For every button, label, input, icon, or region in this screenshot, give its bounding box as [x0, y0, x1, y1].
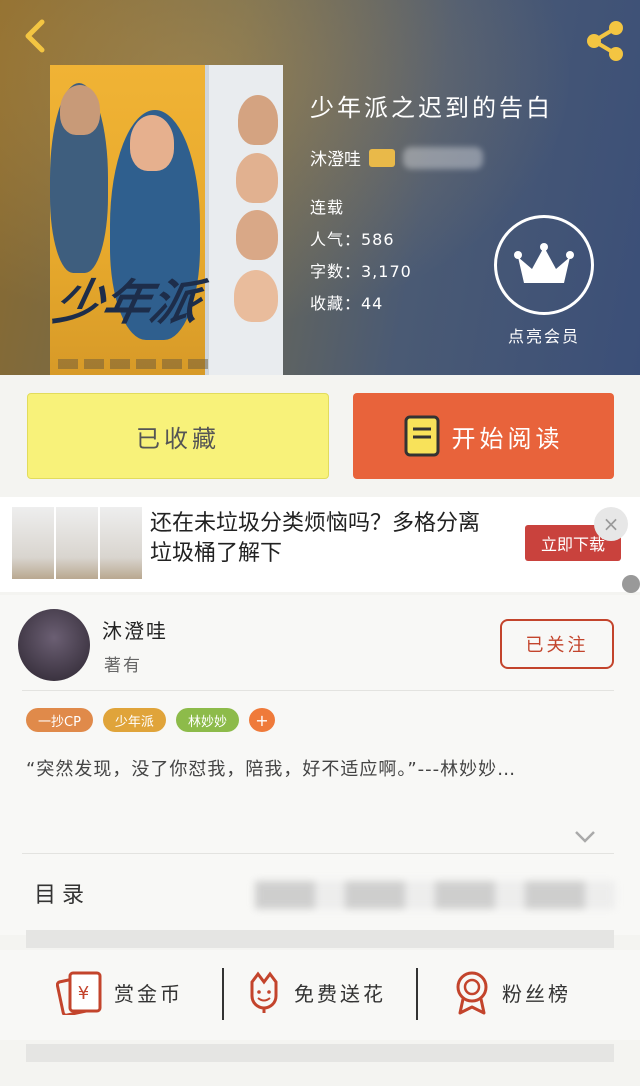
blurred-region [403, 146, 483, 169]
divider [22, 853, 614, 854]
book-cover[interactable]: 少年派 [50, 65, 283, 375]
follow-label: 已关注 [525, 635, 589, 656]
placeholder-strip [26, 1044, 614, 1062]
ad-info-icon[interactable] [622, 575, 640, 593]
fan-ranking-button[interactable]: 粉丝榜 [452, 962, 571, 1022]
add-tag-button[interactable]: + [248, 708, 275, 732]
ad-image [12, 507, 142, 579]
cover-credits [58, 359, 208, 369]
reward-label: 赏金币 [114, 981, 183, 1006]
placeholder-strip [26, 930, 614, 948]
fans-label: 粉丝榜 [502, 981, 571, 1006]
tag-list: 一抄CP 少年派 林妙妙 + [26, 708, 275, 732]
action-bar: 已收藏 开始阅读 [0, 375, 640, 495]
ad-banner[interactable]: 还在未垃圾分类烦恼吗？多格分离垃圾桶了解下 立即下载 [0, 497, 640, 592]
author-name[interactable]: 沐澄哇 [310, 145, 361, 170]
start-reading-button[interactable]: 开始阅读 [353, 393, 614, 479]
svg-text:¥: ¥ [78, 983, 92, 1004]
tag-item[interactable]: 林妙妙 [175, 708, 239, 732]
separator [416, 968, 418, 1020]
blurred-region [255, 881, 615, 909]
crown-icon [494, 215, 594, 315]
separator [222, 968, 224, 1020]
cover-face [236, 210, 278, 260]
favorite-label: 已收藏 [136, 424, 220, 453]
bottom-actions: ¥ 赏金币 免费送花 粉丝榜 [0, 950, 640, 1040]
close-icon: × [602, 512, 620, 536]
cover-face [236, 153, 278, 203]
cover-face [234, 270, 278, 322]
book-summary: “突然发现，没了你怼我，陪我，好不适应啊。”---林妙妙… [26, 759, 517, 780]
reward-coins-button[interactable]: ¥ 赏金币 [56, 962, 183, 1022]
book-detail-page: 少年派 少年派之迟到的告白 沐澄哇 连载 人气：586 字数：3,170 收藏：… [0, 0, 640, 1086]
author-works: 著有 [104, 656, 142, 676]
cover-logo: 少年派 [50, 275, 205, 331]
send-flower-button[interactable]: 免费送花 [244, 962, 386, 1022]
vip-label: 点亮会员 [507, 327, 580, 346]
table-of-contents[interactable]: 目录 [0, 855, 640, 935]
cover-face [238, 95, 278, 145]
vip-button[interactable]: 点亮会员 [494, 215, 594, 347]
start-reading-label: 开始阅读 [451, 424, 564, 453]
share-button[interactable] [582, 18, 628, 64]
flower-label: 免费送花 [294, 981, 386, 1006]
author-row: 沐澄哇 [310, 145, 553, 170]
divider [22, 690, 614, 691]
tag-item[interactable]: 一抄CP [26, 708, 93, 732]
red-envelope-icon: ¥ [56, 971, 102, 1015]
expand-button[interactable] [572, 823, 598, 849]
author-badge [369, 148, 395, 167]
flower-icon [250, 971, 278, 1013]
chevron-down-icon [575, 831, 595, 843]
book-title: 少年派之迟到的告白 [310, 94, 553, 122]
toc-label: 目录 [34, 883, 91, 908]
author-card: 沐澄哇 著有 已关注 一抄CP 少年派 林妙妙 + “突然发现，没了你怼我，陪我… [0, 595, 640, 895]
favorite-button[interactable]: 已收藏 [27, 393, 329, 479]
cover-face [130, 115, 174, 171]
ad-text: 还在未垃圾分类烦恼吗？多格分离垃圾桶了解下 [150, 511, 481, 566]
follow-button[interactable]: 已关注 [500, 619, 614, 669]
book-icon [404, 415, 439, 457]
tag-item[interactable]: 少年派 [102, 708, 166, 732]
chevron-left-icon [25, 19, 45, 53]
medal-icon [456, 971, 488, 1015]
cover-face [60, 85, 100, 135]
ad-close-button[interactable]: × [594, 507, 628, 541]
back-button[interactable] [16, 16, 56, 56]
share-icon [587, 21, 623, 61]
avatar[interactable] [18, 609, 90, 681]
author-card-name[interactable]: 沐澄哇 [102, 615, 168, 644]
